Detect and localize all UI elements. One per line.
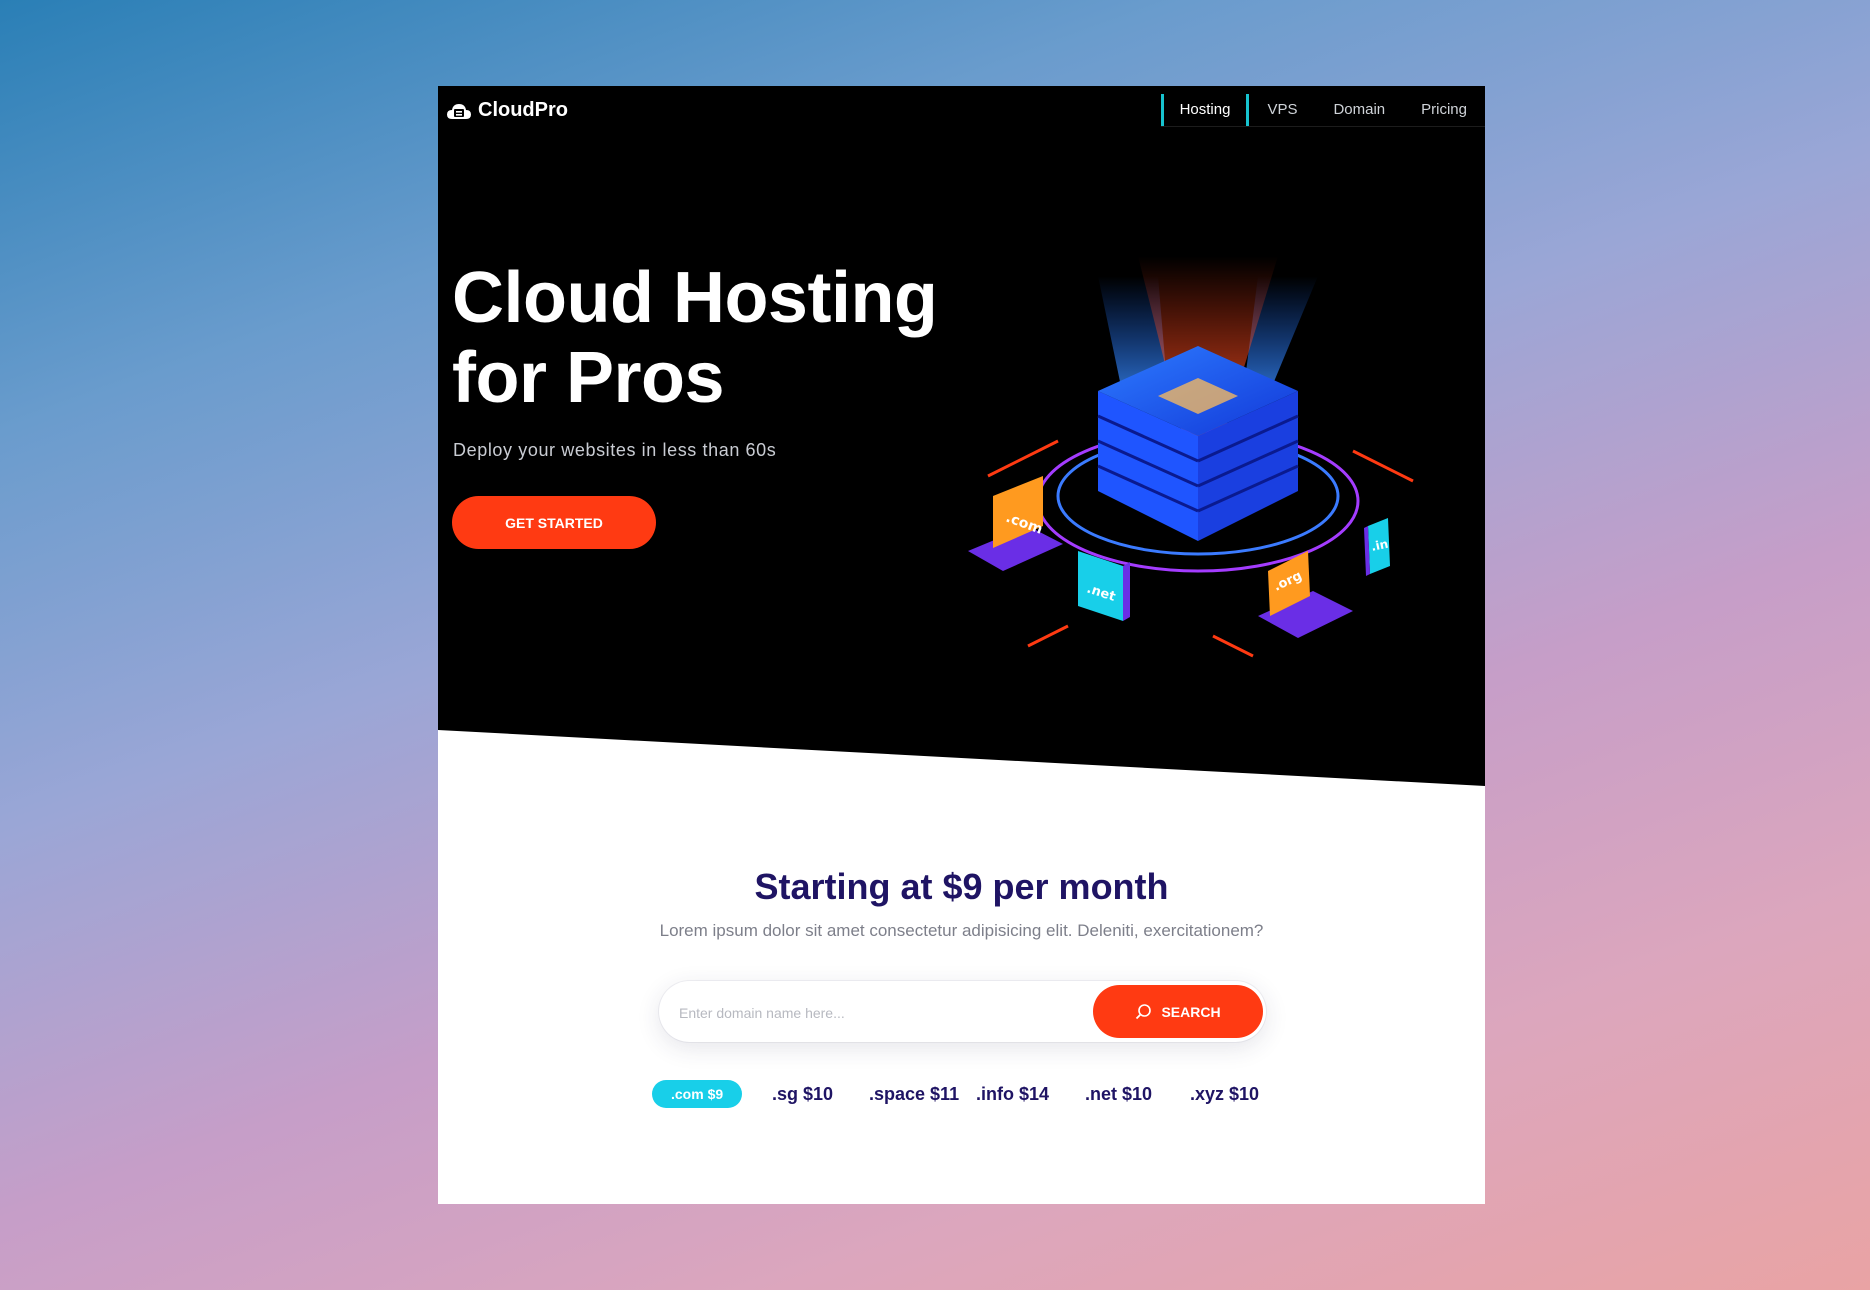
hero-subtitle: Deploy your websites in less than 60s [453, 440, 777, 460]
tld-sg[interactable]: .sg $10 [772, 1080, 833, 1108]
hero-title-line2: for Pros [452, 338, 725, 418]
phone-in: .in [1364, 518, 1390, 576]
search-icon [1136, 1003, 1152, 1019]
brand-name: CloudPro [478, 99, 568, 121]
nav-item-hosting[interactable]: Hosting [1160, 94, 1250, 126]
search-button[interactable]: SEARCH [1093, 985, 1263, 1038]
hero-title: Cloud Hosting for Pros [452, 258, 938, 418]
server-illustration: .com .net .org .in [968, 256, 1414, 658]
pricing-lead: Lorem ipsum dolor sit amet consectetur a… [659, 921, 1264, 940]
landing-page: CloudPro Hosting VPS Domain Pricing Clou… [438, 86, 1485, 1204]
tld-space[interactable]: .space $11 [869, 1080, 959, 1108]
nav-item-domain[interactable]: Domain [1315, 94, 1403, 126]
main-nav: Hosting VPS Domain Pricing [1160, 94, 1485, 127]
domain-search-bar: SEARCH [659, 981, 1266, 1044]
brand-logo[interactable]: CloudPro [446, 99, 568, 122]
hero-title-line1: Cloud Hosting [452, 258, 938, 338]
get-started-button[interactable]: GET STARTED [452, 496, 656, 549]
tld-info[interactable]: .info $14 [976, 1080, 1049, 1108]
laptop-com: .com [968, 476, 1063, 571]
nav-item-pricing[interactable]: Pricing [1403, 94, 1485, 126]
tld-net[interactable]: .net $10 [1085, 1080, 1152, 1108]
cloud-icon [447, 103, 471, 119]
pricing-headline: Starting at $9 per month [754, 866, 1169, 907]
search-button-label: SEARCH [1161, 1003, 1221, 1020]
nav-item-vps[interactable]: VPS [1249, 94, 1315, 126]
hero-section: CloudPro Hosting VPS Domain Pricing Clou… [438, 86, 1485, 786]
domain-search-input[interactable] [677, 981, 1081, 1044]
tld-com[interactable]: .com $9 [652, 1080, 743, 1108]
tld-xyz[interactable]: .xyz $10 [1190, 1080, 1259, 1108]
